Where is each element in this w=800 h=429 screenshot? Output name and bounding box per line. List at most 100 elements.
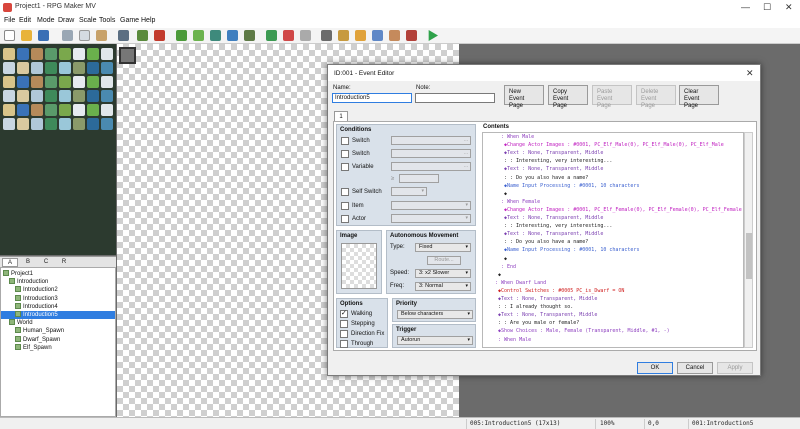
tile[interactable] bbox=[17, 76, 29, 88]
tile[interactable] bbox=[87, 118, 99, 130]
switch2-select[interactable]: ... bbox=[391, 149, 471, 158]
movement-type-select[interactable]: Fixed ▾ bbox=[415, 243, 471, 252]
event-command-line[interactable]: ◆ bbox=[483, 255, 507, 263]
item-checkbox[interactable] bbox=[341, 202, 349, 210]
cut-icon[interactable] bbox=[62, 30, 73, 41]
tile[interactable] bbox=[101, 118, 113, 130]
variable-value-stepper[interactable] bbox=[399, 174, 439, 183]
event-command-line[interactable]: ◆Change Actor Images : #0001, PC_Elf_Fem… bbox=[483, 206, 742, 214]
event-command-line[interactable]: : : Are you male or female? bbox=[483, 319, 579, 327]
menu-help[interactable]: Help bbox=[141, 17, 155, 24]
route-button[interactable]: Route... bbox=[427, 256, 461, 265]
event-command-line[interactable]: : : Do you also have a name? bbox=[483, 174, 588, 182]
resource-manager-icon[interactable] bbox=[389, 30, 400, 41]
tree-item[interactable]: Introduction2 bbox=[1, 286, 115, 294]
tab-c[interactable]: C bbox=[38, 258, 54, 267]
event-searcher-icon[interactable] bbox=[372, 30, 383, 41]
tile[interactable] bbox=[73, 90, 85, 102]
event-command-line[interactable]: : When Male bbox=[483, 133, 534, 141]
tile[interactable] bbox=[101, 76, 113, 88]
tile[interactable] bbox=[87, 90, 99, 102]
zoom-in-icon[interactable] bbox=[266, 30, 277, 41]
tile[interactable] bbox=[3, 76, 15, 88]
event-command-line[interactable]: ◆Text : None, Transparent, Middle bbox=[483, 165, 603, 173]
paste-icon[interactable] bbox=[96, 30, 107, 41]
trigger-select[interactable]: Autorun ▾ bbox=[397, 336, 473, 345]
tile[interactable] bbox=[101, 90, 113, 102]
through-checkbox[interactable] bbox=[340, 340, 348, 348]
event-command-line[interactable]: ◆Show Choices : Male, Female (Transparen… bbox=[483, 327, 670, 335]
tree-item[interactable]: Introduction5 bbox=[1, 311, 115, 320]
menu-file[interactable]: File bbox=[4, 17, 15, 24]
event-image-preview[interactable] bbox=[341, 243, 377, 289]
plugin-manager-icon[interactable] bbox=[338, 30, 349, 41]
tile[interactable] bbox=[73, 118, 85, 130]
apply-button[interactable]: Apply bbox=[717, 362, 753, 374]
tree-item[interactable]: Project1 bbox=[1, 270, 115, 278]
tile[interactable] bbox=[17, 104, 29, 116]
event-command-line[interactable]: ◆ bbox=[483, 190, 507, 198]
character-generator-icon[interactable] bbox=[406, 30, 417, 41]
switch1-select[interactable]: ... bbox=[391, 136, 471, 145]
map-mode-icon[interactable] bbox=[137, 30, 148, 41]
paste-event-page-button[interactable]: Paste Event Page bbox=[592, 85, 632, 109]
event-command-line[interactable]: ◆ bbox=[483, 271, 501, 279]
menu-tools[interactable]: Tools bbox=[99, 17, 115, 24]
tree-item[interactable]: Introduction bbox=[1, 278, 115, 286]
tile[interactable] bbox=[87, 62, 99, 74]
event-command-line[interactable]: : : Interesting, very interesting... bbox=[483, 222, 612, 230]
ok-button[interactable]: OK bbox=[637, 362, 673, 374]
tile[interactable] bbox=[73, 48, 85, 60]
tile[interactable] bbox=[31, 118, 43, 130]
tree-item[interactable]: Elf_Spawn bbox=[1, 343, 115, 352]
event-command-line[interactable]: : When Male bbox=[483, 336, 531, 344]
tile[interactable] bbox=[17, 90, 29, 102]
tree-item[interactable]: Introduction4 bbox=[1, 302, 115, 311]
event-note-input[interactable] bbox=[415, 93, 495, 103]
tile[interactable] bbox=[101, 104, 113, 116]
event-command-line[interactable]: : When Dwarf Land bbox=[483, 279, 546, 287]
event-command-line[interactable]: ◆Text : None, Transparent, Middle bbox=[483, 149, 603, 157]
variable-select[interactable]: ... bbox=[391, 162, 471, 171]
event-command-line[interactable]: ◆Change Actor Images : #0001, PC_Elf_Mal… bbox=[483, 141, 724, 149]
rectangle-icon[interactable] bbox=[193, 30, 204, 41]
tree-item[interactable]: Introduction3 bbox=[1, 294, 115, 303]
tile[interactable] bbox=[3, 104, 15, 116]
delete-event-page-button[interactable]: Delete Event Page bbox=[636, 85, 676, 109]
self-switch-select[interactable]: ▾ bbox=[391, 187, 427, 196]
tile[interactable] bbox=[45, 62, 57, 74]
menu-game[interactable]: Game bbox=[120, 17, 139, 24]
event-command-line[interactable]: : : Interesting, very interesting... bbox=[483, 157, 612, 165]
event-command-line[interactable]: : : I already thought so. bbox=[483, 303, 573, 311]
tile[interactable] bbox=[17, 62, 29, 74]
tile[interactable] bbox=[87, 76, 99, 88]
map-event-marker[interactable] bbox=[119, 47, 136, 64]
tree-item[interactable]: Human_Spawn bbox=[1, 327, 115, 335]
tile[interactable] bbox=[87, 48, 99, 60]
walking-checkbox[interactable] bbox=[340, 309, 348, 318]
zoom-out-icon[interactable] bbox=[283, 30, 294, 41]
tile[interactable] bbox=[59, 118, 71, 130]
event-command-line[interactable]: ◆Text : None, Transparent, Middle bbox=[483, 230, 603, 238]
undo-icon[interactable] bbox=[118, 30, 129, 41]
maximize-icon[interactable]: ☐ bbox=[763, 2, 771, 13]
tile[interactable] bbox=[3, 48, 15, 60]
tile[interactable] bbox=[101, 62, 113, 74]
switch2-checkbox[interactable] bbox=[341, 150, 349, 158]
tile[interactable] bbox=[59, 48, 71, 60]
priority-select[interactable]: Below characters ▾ bbox=[397, 310, 473, 319]
event-command-line[interactable]: ◆Name Input Processing : #0001, 10 chara… bbox=[483, 246, 639, 254]
tile[interactable] bbox=[101, 48, 113, 60]
tree-item[interactable]: Dwarf_Spawn bbox=[1, 335, 115, 344]
tile[interactable] bbox=[73, 62, 85, 74]
self-switch-checkbox[interactable] bbox=[341, 188, 349, 196]
actor-checkbox[interactable] bbox=[341, 215, 349, 223]
tile[interactable] bbox=[31, 76, 43, 88]
open-project-icon[interactable] bbox=[21, 30, 32, 41]
tile[interactable] bbox=[59, 90, 71, 102]
minimize-icon[interactable]: — bbox=[741, 2, 750, 12]
tileset-palette[interactable] bbox=[0, 44, 116, 255]
tile[interactable] bbox=[59, 104, 71, 116]
sound-test-icon[interactable] bbox=[355, 30, 366, 41]
tree-item[interactable]: World bbox=[1, 319, 115, 327]
